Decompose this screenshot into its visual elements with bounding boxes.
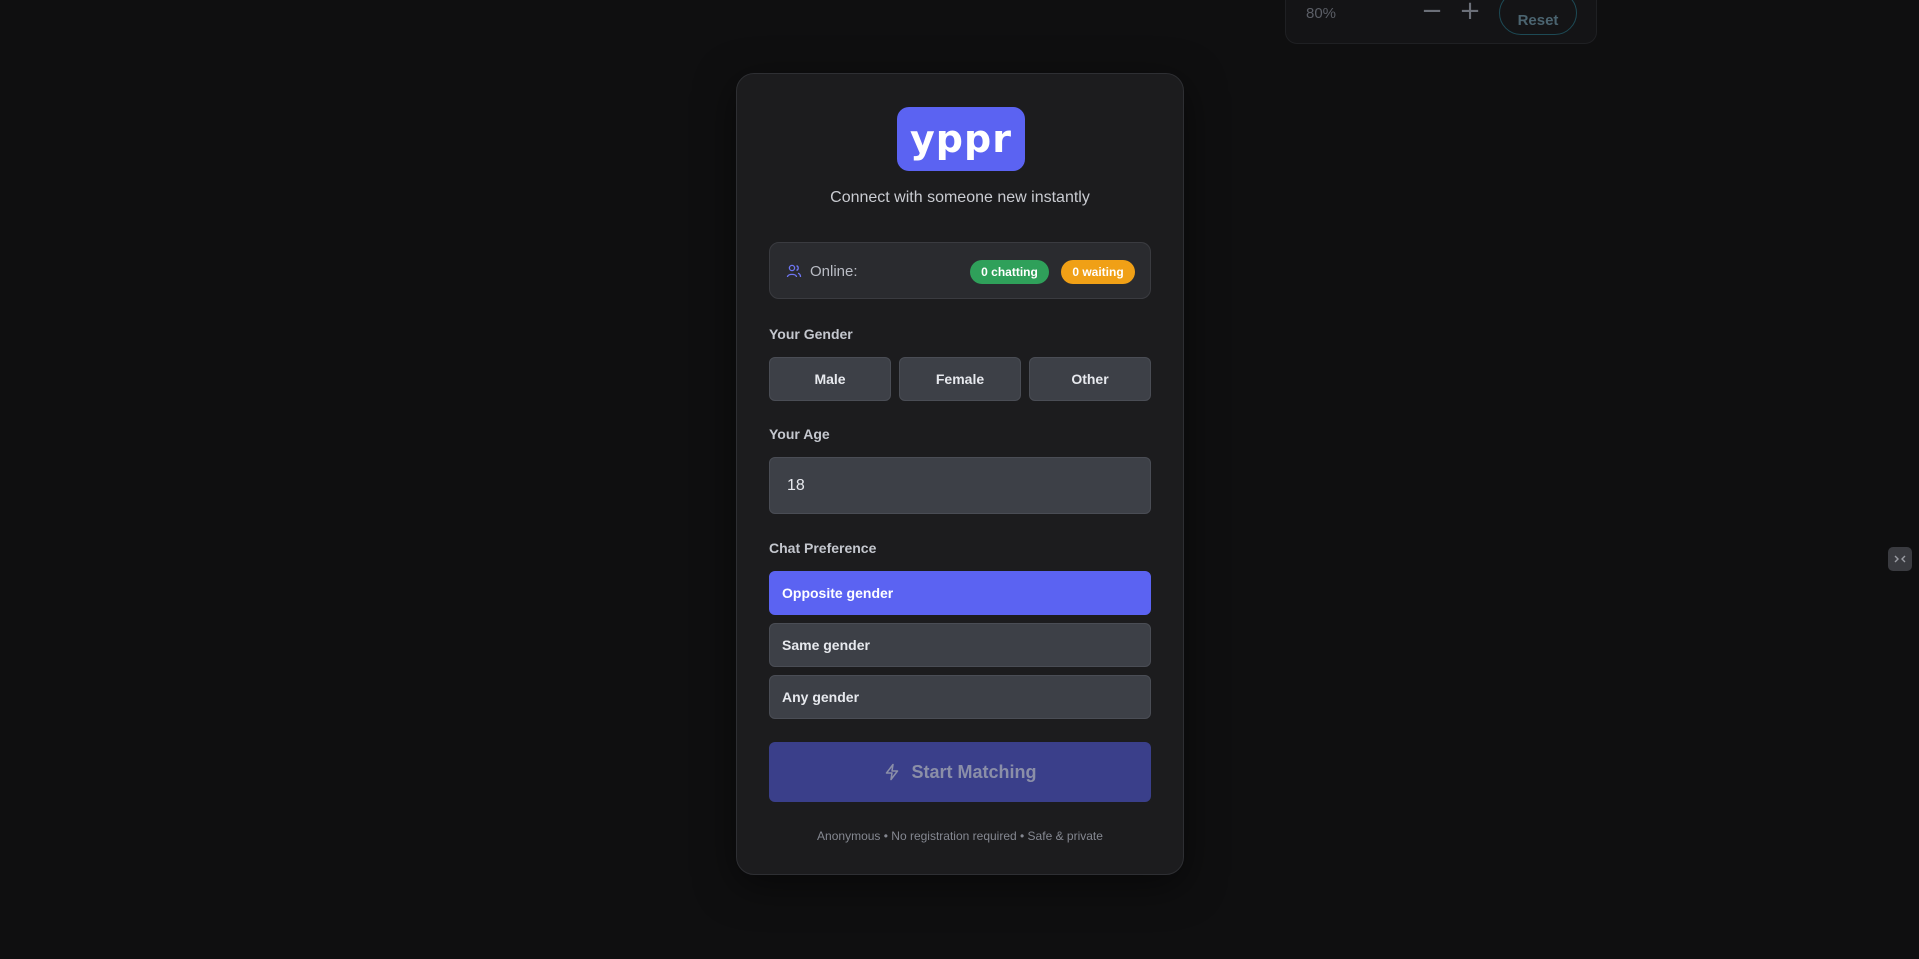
start-matching-button[interactable]: Start Matching [769, 742, 1151, 802]
gender-other-button[interactable]: Other [1029, 357, 1151, 401]
matching-card: yppr Connect with someone new instantly … [736, 73, 1184, 875]
plus-icon: + [1459, 0, 1481, 26]
preference-opposite-button[interactable]: Opposite gender [769, 571, 1151, 615]
minus-icon: − [1421, 0, 1443, 26]
logo: yppr [897, 107, 1025, 171]
age-input[interactable] [769, 457, 1151, 514]
zoom-level: 80% [1306, 5, 1337, 22]
lightning-icon [886, 763, 899, 781]
side-panel-handle[interactable] [1888, 547, 1912, 571]
start-matching-label: Start Matching [911, 761, 1037, 782]
online-status-box: Online: 0 chatting 0 waiting [769, 242, 1151, 299]
chatting-badge: 0 chatting [970, 260, 1049, 284]
age-label: Your Age [769, 426, 830, 442]
preference-same-button[interactable]: Same gender [769, 623, 1151, 667]
zoom-in-button[interactable]: + [1456, 0, 1484, 25]
gender-female-button[interactable]: Female [899, 357, 1021, 401]
zoom-reset-button[interactable]: Reset [1499, 0, 1577, 35]
zoom-widget: 80% − + Reset [1285, 0, 1597, 44]
gender-male-button[interactable]: Male [769, 357, 891, 401]
zoom-out-button[interactable]: − [1418, 0, 1446, 25]
gender-label: Your Gender [769, 326, 853, 342]
users-icon [786, 264, 802, 278]
online-label: Online: [810, 263, 858, 280]
waiting-badge: 0 waiting [1061, 260, 1135, 284]
collapse-icon [1894, 555, 1906, 563]
footer-note: Anonymous • No registration required • S… [817, 829, 1103, 843]
tagline: Connect with someone new instantly [830, 189, 1090, 206]
preference-label: Chat Preference [769, 540, 877, 556]
preference-any-button[interactable]: Any gender [769, 675, 1151, 719]
